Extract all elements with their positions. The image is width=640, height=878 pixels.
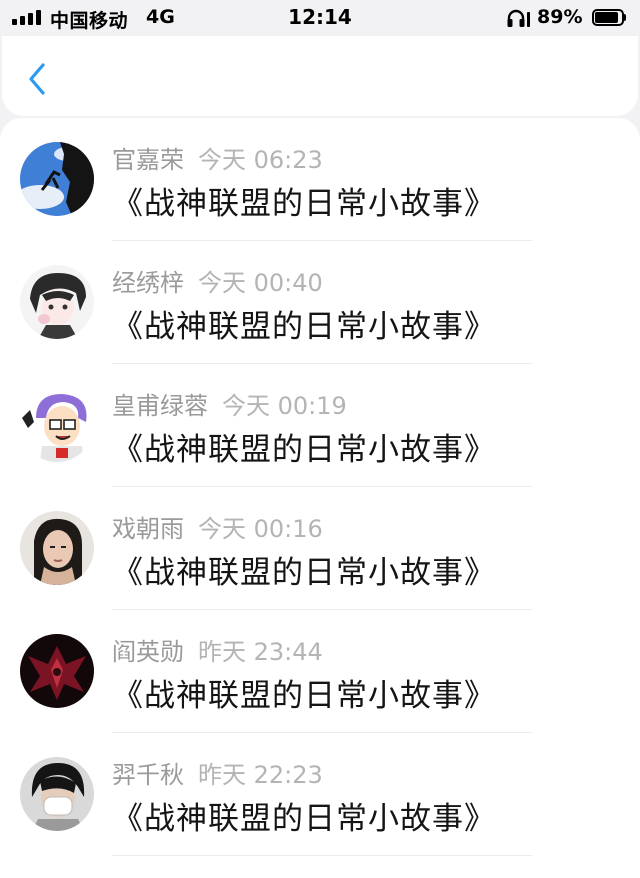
user-name[interactable]: 阎英勋 — [112, 638, 184, 666]
chevron-left-icon — [29, 63, 45, 95]
user-name[interactable]: 皇甫绿蓉 — [112, 392, 208, 420]
battery-percent: 89% — [537, 6, 583, 28]
user-name[interactable]: 官嘉荣 — [112, 146, 184, 174]
list-item[interactable]: 官嘉荣 今天 06:23 《战神联盟的日常小故事》 — [0, 118, 640, 241]
comment-text: 《战神联盟的日常小故事》 — [112, 186, 496, 222]
comment-list: 官嘉荣 今天 06:23 《战神联盟的日常小故事》 经绣梓 今天 00:40 《战神… — [0, 118, 640, 878]
comment-text: 《战神联盟的日常小故事》 — [112, 555, 496, 591]
comment-text: 《战神联盟的日常小故事》 — [112, 309, 496, 345]
comment-time: 昨天 23:44 — [198, 638, 323, 666]
headphones-icon — [507, 9, 530, 27]
portrait-avatar[interactable] — [20, 511, 94, 585]
comment-time: 今天 00:40 — [198, 269, 323, 297]
status-bar: 中国移动 4G 12:14 89% — [0, 0, 640, 36]
comment-text: 《战神联盟的日常小故事》 — [112, 432, 496, 468]
list-item[interactable]: 皇甫绿蓉 今天 00:19 《战神联盟的日常小故事》 — [0, 364, 640, 487]
comment-text: 《战神联盟的日常小故事》 — [112, 801, 496, 837]
divider — [112, 855, 532, 856]
nav-bar — [2, 36, 638, 116]
list-item[interactable]: 经绣梓 今天 00:40 《战神联盟的日常小故事》 — [0, 241, 640, 364]
comment-time: 昨天 22:23 — [198, 761, 323, 789]
dark-art-avatar[interactable] — [20, 634, 94, 708]
list-item[interactable]: 羿千秋 昨天 22:23 《战神联盟的日常小故事》 — [0, 733, 640, 856]
user-name[interactable]: 羿千秋 — [112, 761, 184, 789]
comment-text: 《战神联盟的日常小故事》 — [112, 678, 496, 714]
battery-icon — [592, 9, 626, 26]
cartoon-character-avatar[interactable] — [20, 388, 94, 462]
user-name[interactable]: 戏朝雨 — [112, 515, 184, 543]
comment-time: 今天 06:23 — [198, 146, 323, 174]
back-button[interactable] — [22, 62, 52, 96]
comment-time: 今天 00:16 — [198, 515, 323, 543]
rock-climber-avatar[interactable] — [20, 142, 94, 216]
list-item[interactable]: 戏朝雨 今天 00:16 《战神联盟的日常小故事》 — [0, 487, 640, 610]
list-item[interactable]: 阎英勋 昨天 23:44 《战神联盟的日常小故事》 — [0, 610, 640, 733]
masked-person-avatar[interactable] — [20, 757, 94, 831]
anime-character-avatar[interactable] — [20, 265, 94, 339]
user-name[interactable]: 经绣梓 — [112, 269, 184, 297]
comment-time: 今天 00:19 — [222, 392, 347, 420]
